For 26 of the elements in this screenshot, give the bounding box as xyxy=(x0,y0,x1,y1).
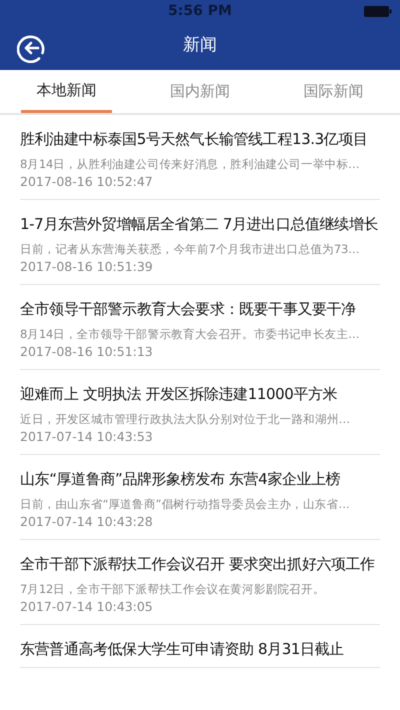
news-summary: 日前，由山东省“厚道鲁商”倡树行动指导委员会主办，山东省… xyxy=(20,496,351,513)
back-icon[interactable] xyxy=(17,33,47,63)
news-summary: 8月14日，全市领导干部警示教育大会召开。市委书记申长友主… xyxy=(20,326,360,343)
news-summary: 8月14日，从胜利油建公司传来好消息，胜利油建公司一举中标… xyxy=(20,156,360,173)
news-title[interactable]: 迎难而上 文明执法 开发区拆除违建11000平方米 xyxy=(20,384,380,404)
news-title[interactable]: 山东“厚道鲁商”品牌形象榜发布 东营4家企业上榜 xyxy=(20,469,380,489)
news-title[interactable]: 全市领导干部警示教育大会要求：既要干事又要干净 xyxy=(20,299,380,319)
battery-icon xyxy=(364,6,392,17)
news-title[interactable]: 1-7月东营外贸增幅居全省第二 7月进出口总值继续增长 xyxy=(20,214,380,234)
tab[interactable]: 国内新闻 xyxy=(154,70,246,113)
tab[interactable]: 国际新闻 xyxy=(288,70,379,113)
news-title[interactable]: 胜利油建中标泰国5号天然气长输管线工程13.3亿项目 xyxy=(20,129,380,149)
news-summary: 7月12日，全市干部下派帮扶工作会议在黄河影剧院召开。 xyxy=(20,581,326,598)
page-title: 新闻 xyxy=(183,34,217,58)
news-date: 2017-07-14 10:43:05 xyxy=(20,598,154,616)
news-date: 2017-07-14 10:43:53 xyxy=(20,428,154,446)
news-summary: 日前，记者从东营海关获悉，今年前7个月我市进出口总值为73… xyxy=(20,241,360,258)
news-summary: 近日，开发区城市管理行政执法大队分别对位于北一路和湖州… xyxy=(20,411,351,428)
news-date: 2017-08-16 10:52:47 xyxy=(20,173,154,191)
tab[interactable]: 本地新闻 xyxy=(21,70,112,113)
news-date: 2017-07-14 10:43:28 xyxy=(20,513,154,531)
news-date: 2017-08-16 10:51:13 xyxy=(20,343,154,361)
status-time: 5:56 PM xyxy=(168,2,232,20)
news-title[interactable]: 全市干部下派帮扶工作会议召开 要求突出抓好六项工作 xyxy=(20,554,380,574)
news-title[interactable]: 东营普通高考低保大学生可申请资助 8月31日截止 xyxy=(20,639,380,659)
news-date: 2017-08-16 10:51:39 xyxy=(20,258,154,276)
